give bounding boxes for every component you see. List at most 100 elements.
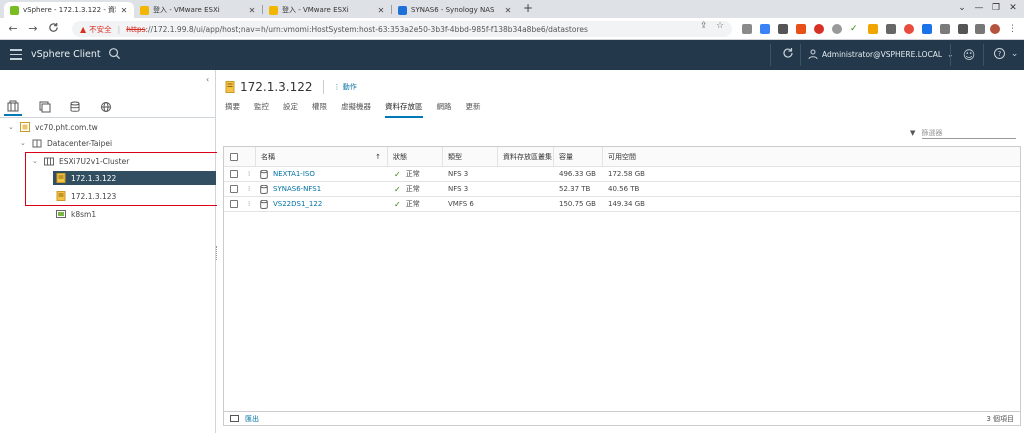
profile-avatar[interactable]: [990, 24, 1000, 34]
object-tabs: 摘要 監控 設定 權限 虛擬機器 資料存放區 網路 更新: [225, 101, 495, 118]
table-row[interactable]: ⁞ VS22DS1_122 ✓ 正常 VMFS 6 150.75 GB 149.3…: [224, 197, 1020, 212]
storage-tab[interactable]: [66, 98, 84, 116]
extension-icon[interactable]: [940, 24, 950, 34]
reload-button[interactable]: [46, 22, 60, 36]
close-window-button[interactable]: ✕: [1006, 3, 1020, 13]
extension-icon[interactable]: [922, 24, 932, 34]
tab-datastores[interactable]: 資料存放區: [385, 101, 423, 118]
tab-vms[interactable]: 虛擬機器: [341, 101, 371, 118]
column-header-status[interactable]: 狀態: [387, 147, 442, 166]
actions-menu-icon: ⋮: [333, 83, 343, 91]
extension-icon[interactable]: [832, 24, 842, 34]
column-header-name[interactable]: 名稱 ↑: [255, 147, 387, 166]
extension-icon[interactable]: [742, 24, 752, 34]
chevron-down-icon[interactable]: ⌄: [20, 139, 28, 147]
row-expand-icon[interactable]: ⁞: [248, 182, 256, 196]
type-cell: VMFS 6: [448, 200, 474, 208]
status-text: 正常: [405, 185, 420, 193]
column-header-type[interactable]: 類型: [442, 147, 497, 166]
extension-icon[interactable]: [904, 24, 914, 34]
networking-tab[interactable]: [97, 98, 115, 116]
row-expand-icon[interactable]: ⁞: [248, 197, 256, 211]
vms-and-templates-tab[interactable]: [36, 98, 54, 116]
extension-icon[interactable]: [778, 24, 788, 34]
table-row[interactable]: ⁞ NEXTA1-ISO ✓ 正常 NFS 3 496.33 GB 172.58 …: [224, 167, 1020, 182]
vsphere-header: vSphere Client Administrator@VSPHERE.LOC…: [0, 40, 1024, 70]
maximize-button[interactable]: ❐: [989, 3, 1003, 13]
browser-menu-icon[interactable]: ⋮: [1008, 24, 1018, 34]
hosts-and-clusters-tab[interactable]: [4, 98, 22, 116]
url-text: ://172.1.99.8/ui/app/host;nav=h/urn:vmom…: [145, 24, 588, 34]
hosts-clusters-icon: [7, 100, 19, 112]
actions-label: 動作: [342, 83, 357, 91]
share-icon[interactable]: ⇪: [700, 21, 708, 31]
refresh-icon[interactable]: [781, 47, 795, 61]
chevron-down-icon[interactable]: ⌄: [8, 123, 16, 131]
extension-icon[interactable]: [814, 24, 824, 34]
tab-search-icon[interactable]: ⌄: [955, 3, 969, 13]
datastore-name-link[interactable]: SYNAS6-NFS1: [273, 185, 321, 193]
datastore-icon: [260, 199, 268, 209]
tree-item-datacenter[interactable]: ⌄ Datacenter-Taipei: [20, 136, 112, 150]
filter-input[interactable]: ▼ 篩選器: [910, 127, 1016, 139]
table-row[interactable]: ⁞ SYNAS6-NFS1 ✓ 正常 NFS 3 52.37 TB 40.56 T…: [224, 182, 1020, 197]
row-checkbox[interactable]: [230, 170, 238, 178]
tree-item-vcenter[interactable]: ⌄ vc70.pht.com.tw: [8, 120, 98, 134]
browser-tab-esxi-1[interactable]: 登入 - VMware ESXi ✕: [134, 2, 262, 18]
row-expand-icon[interactable]: ⁞: [248, 167, 256, 181]
host-icon: [225, 81, 235, 93]
tab-updates[interactable]: 更新: [466, 101, 481, 118]
tab-permissions[interactable]: 權限: [312, 101, 327, 118]
tab-summary[interactable]: 摘要: [225, 101, 240, 118]
help-menu[interactable]: ? ⌄: [994, 48, 1018, 59]
close-tab-icon[interactable]: ✕: [248, 6, 256, 15]
browser-tab-esxi-2[interactable]: 登入 - VMware ESXi ✕: [263, 2, 391, 18]
collapse-navigator-icon[interactable]: ‹: [206, 75, 209, 84]
select-all-checkbox[interactable]: [230, 152, 238, 161]
search-icon[interactable]: [108, 47, 122, 61]
export-link[interactable]: 匯出: [245, 414, 259, 424]
extension-icon[interactable]: [796, 24, 806, 34]
column-header-cluster[interactable]: 資料存放區叢集: [497, 147, 553, 166]
user-name: Administrator@VSPHERE.LOCAL: [822, 49, 943, 59]
free-space-cell: 40.56 TB: [608, 185, 640, 193]
close-tab-icon[interactable]: ✕: [377, 6, 385, 15]
minimize-button[interactable]: —: [972, 3, 986, 13]
tree-item-vm-k8sm1[interactable]: k8sm1: [56, 207, 96, 221]
tab-configure[interactable]: 設定: [283, 101, 298, 118]
datacenter-icon: [32, 139, 42, 148]
grid-header-row: 名稱 ↑ 狀態 類型 資料存放區叢集 容量 可用空間: [224, 147, 1020, 167]
datastore-name-link[interactable]: NEXTA1-ISO: [273, 170, 315, 178]
column-header-free[interactable]: 可用空間: [602, 147, 682, 166]
tab-monitor[interactable]: 監控: [254, 101, 269, 118]
vmware-favicon-icon: [269, 5, 278, 15]
user-menu[interactable]: Administrator@VSPHERE.LOCAL ⌄: [808, 49, 953, 59]
bookmark-star-icon[interactable]: ☆: [716, 21, 724, 31]
object-header: 172.1.3.122 ⋮ 動作: [225, 80, 357, 94]
extension-icon[interactable]: [886, 24, 896, 34]
column-toggle-icon[interactable]: [230, 415, 239, 422]
column-header-capacity[interactable]: 容量: [553, 147, 602, 166]
forward-button[interactable]: →: [26, 22, 40, 36]
feedback-smiley-icon[interactable]: ☺: [962, 48, 976, 62]
row-checkbox[interactable]: [230, 200, 238, 208]
browser-tab-synology[interactable]: SYNAS6 - Synology NAS ✕: [392, 2, 518, 18]
extension-puzzle-icon[interactable]: [958, 24, 968, 34]
extension-icon[interactable]: [868, 24, 878, 34]
new-tab-button[interactable]: +: [521, 2, 535, 16]
back-button[interactable]: ←: [6, 22, 20, 36]
sidebar-icon[interactable]: [975, 24, 985, 34]
extension-icon[interactable]: ✓: [850, 24, 860, 34]
tab-networks[interactable]: 網路: [437, 101, 452, 118]
row-checkbox[interactable]: [230, 185, 238, 193]
close-tab-icon[interactable]: ✕: [120, 6, 128, 15]
browser-tab-vsphere[interactable]: vSphere - 172.1.3.122 - 資料存放 ✕: [4, 2, 134, 18]
close-tab-icon[interactable]: ✕: [504, 6, 512, 15]
chevron-down-icon: ⌄: [1010, 49, 1019, 59]
menu-icon[interactable]: [10, 49, 22, 60]
vcenter-icon: [20, 122, 30, 132]
address-bar[interactable]: ▲ 不安全 | https ://172.1.99.8/ui/app/host;…: [72, 21, 732, 37]
actions-menu[interactable]: ⋮ 動作: [334, 82, 357, 92]
extension-icon[interactable]: [760, 24, 770, 34]
datastore-name-link[interactable]: VS22DS1_122: [273, 200, 322, 208]
